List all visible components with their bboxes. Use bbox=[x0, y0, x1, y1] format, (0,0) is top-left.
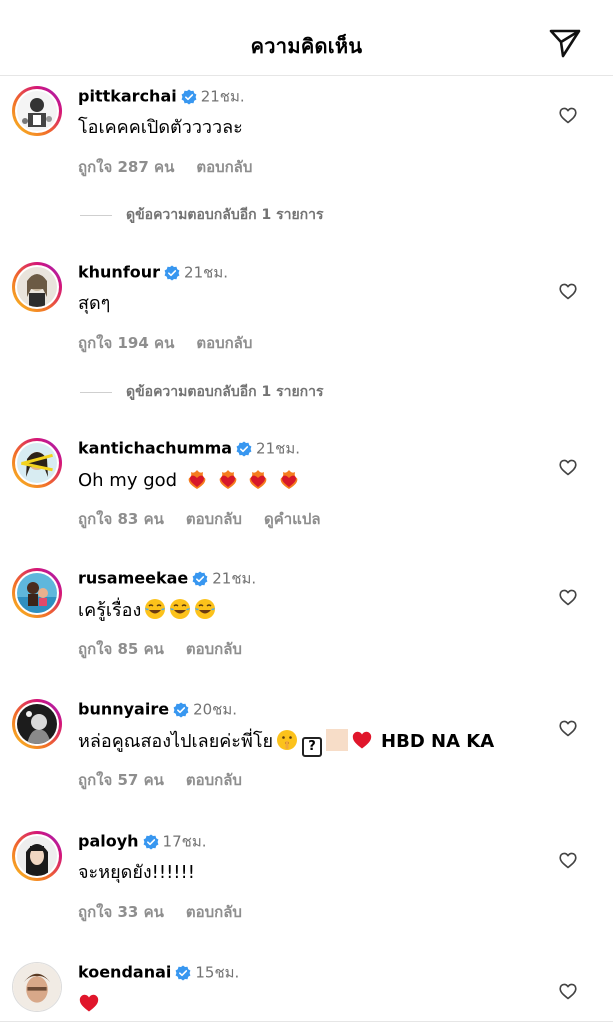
reply-button[interactable]: ตอบกลับ bbox=[196, 158, 252, 176]
red-heart-emoji-icon bbox=[79, 994, 99, 1012]
comment-text-row: หล่อคูณสองไปเลยค่ะพี่โย? HBD NA KA bbox=[78, 729, 494, 757]
reply-button[interactable]: ตอบกลับ bbox=[186, 510, 242, 528]
like-count[interactable]: ถูกใจ 57 คน bbox=[78, 771, 164, 789]
timestamp: 21ชม. bbox=[212, 569, 257, 588]
verified-badge-icon bbox=[175, 965, 191, 980]
tears-of-joy-emoji-icon bbox=[195, 599, 216, 619]
comment-text: เครู้เรื่อง bbox=[78, 600, 142, 621]
like-count[interactable]: ถูกใจ 85 คน bbox=[78, 640, 164, 658]
comment-text: จะหยุดยัง!!!!!! bbox=[78, 862, 195, 883]
heart-on-fire-emoji-icon bbox=[219, 470, 236, 489]
heart-on-fire-emoji-icon bbox=[280, 470, 298, 489]
verified-badge-icon bbox=[164, 265, 180, 280]
avatar[interactable] bbox=[12, 831, 62, 881]
comment-text-suffix: HBD NA KA bbox=[381, 731, 495, 752]
like-count[interactable]: ถูกใจ 83 คน bbox=[78, 510, 164, 528]
verified-badge-icon bbox=[181, 89, 197, 104]
avatar-image bbox=[17, 91, 57, 131]
reply-button[interactable]: ตอบกลับ bbox=[186, 771, 242, 789]
avatar-image bbox=[17, 704, 57, 744]
send-icon[interactable] bbox=[548, 27, 582, 59]
heart-on-fire-emoji-icon bbox=[249, 470, 267, 489]
red-heart-emoji-icon bbox=[352, 731, 372, 749]
avatar-image bbox=[17, 573, 57, 613]
comment-text: หล่อคูณสองไปเลยค่ะพี่โย bbox=[78, 731, 274, 752]
tears-of-joy-emoji-icon bbox=[145, 599, 166, 619]
username[interactable]: kantichachumma bbox=[78, 439, 232, 458]
page-title: ความคิดเห็น bbox=[250, 34, 363, 58]
username[interactable]: bunnyaire bbox=[78, 700, 169, 719]
avatar[interactable] bbox=[12, 438, 62, 488]
shushing-face-emoji-icon bbox=[277, 730, 298, 750]
bottom-divider bbox=[0, 1021, 613, 1022]
heart-outline-icon[interactable] bbox=[559, 589, 577, 606]
comment-text: สุดๆ bbox=[78, 293, 111, 314]
comment-text: โอเคคคเปิดตัววววละ bbox=[78, 117, 243, 138]
avatar[interactable] bbox=[12, 699, 62, 749]
verified-badge-icon bbox=[173, 702, 189, 717]
heart-outline-icon[interactable] bbox=[559, 107, 577, 124]
header-bar: ความคิดเห็น bbox=[0, 0, 613, 76]
comment-text-row bbox=[78, 992, 100, 1017]
timestamp: 15ชม. bbox=[195, 963, 240, 982]
avatar-image bbox=[13, 963, 61, 1011]
avatar[interactable] bbox=[12, 568, 62, 618]
avatar[interactable] bbox=[12, 86, 62, 136]
timestamp: 21ชม. bbox=[256, 439, 300, 458]
translate-button[interactable]: ดูคำแปล bbox=[264, 510, 321, 528]
tears-of-joy-emoji-icon bbox=[170, 599, 191, 619]
timestamp: 20ชม. bbox=[193, 700, 238, 719]
reply-button[interactable]: ตอบกลับ bbox=[186, 640, 242, 658]
heart-outline-icon[interactable] bbox=[559, 720, 577, 737]
comment-text-row: เครู้เรื่อง bbox=[78, 598, 216, 623]
heart-outline-icon[interactable] bbox=[559, 459, 577, 476]
view-replies-label: ดูข้อความตอบกลับอีก 1 รายการ bbox=[126, 207, 324, 223]
like-count[interactable]: ถูกใจ 194 คน bbox=[78, 334, 174, 352]
divider bbox=[80, 214, 112, 216]
timestamp: 21ชม. bbox=[184, 263, 228, 282]
unknown-glyph-icon: ? bbox=[302, 737, 323, 757]
divider bbox=[80, 391, 112, 393]
verified-badge-icon bbox=[192, 571, 208, 586]
comment-text: Oh my god bbox=[78, 470, 178, 491]
avatar-image bbox=[17, 443, 57, 483]
view-replies-button[interactable]: ดูข้อความตอบกลับอีก 1 รายการ bbox=[80, 382, 324, 402]
timestamp: 17ชม. bbox=[162, 832, 207, 851]
avatar[interactable] bbox=[12, 262, 62, 312]
view-replies-button[interactable]: ดูข้อความตอบกลับอีก 1 รายการ bbox=[80, 205, 324, 225]
avatar-image bbox=[17, 267, 57, 307]
reply-button[interactable]: ตอบกลับ bbox=[186, 903, 242, 921]
comment-text-row: Oh my god bbox=[78, 468, 300, 493]
verified-badge-icon bbox=[236, 441, 252, 456]
username[interactable]: rusameekae bbox=[78, 569, 188, 588]
username[interactable]: pittkarchai bbox=[78, 87, 177, 106]
timestamp: 21ชม. bbox=[200, 87, 245, 106]
username[interactable]: khunfour bbox=[78, 263, 160, 282]
like-count[interactable]: ถูกใจ 287 คน bbox=[78, 158, 174, 176]
heart-on-fire-emoji-icon bbox=[188, 470, 206, 489]
skin-tone-swatch-icon bbox=[326, 729, 349, 751]
heart-outline-icon[interactable] bbox=[559, 283, 577, 300]
avatar-image bbox=[17, 836, 57, 876]
avatar[interactable] bbox=[12, 962, 62, 1012]
reply-button[interactable]: ตอบกลับ bbox=[196, 334, 252, 352]
username[interactable]: koendanai bbox=[78, 963, 171, 982]
heart-outline-icon[interactable] bbox=[559, 852, 577, 869]
username[interactable]: paloyh bbox=[78, 832, 139, 851]
heart-outline-icon[interactable] bbox=[559, 983, 577, 1000]
verified-badge-icon bbox=[143, 834, 158, 849]
like-count[interactable]: ถูกใจ 33 คน bbox=[78, 903, 164, 921]
view-replies-label: ดูข้อความตอบกลับอีก 1 รายการ bbox=[126, 384, 324, 400]
